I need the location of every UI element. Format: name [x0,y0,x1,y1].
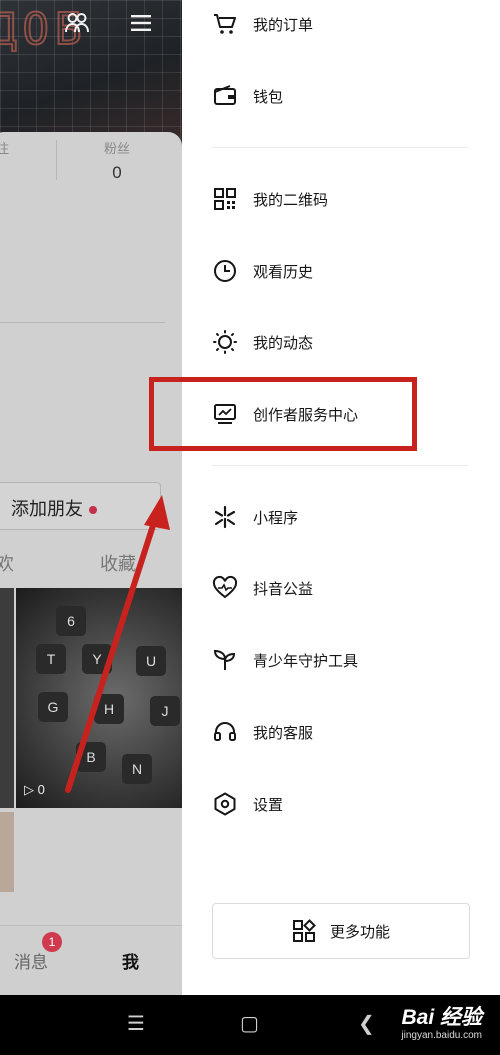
clock-icon [214,260,236,282]
menu-item-label: 我的客服 [253,724,314,742]
profile-page-background: ДОБ 注 粉丝 0 添加朋友 欢 收藏 6 T Y U G H J B N ▷… [0,0,182,995]
menu-item-settings[interactable]: 设置 [212,784,472,824]
video-thumbnail-partial-2[interactable] [0,812,14,892]
cart-icon [214,14,236,34]
watermark-brand: Bai 经验 [401,1006,482,1029]
more-features-label: 更多功能 [329,923,390,941]
stat-divider [56,140,57,180]
menu-item-label: 设置 [253,796,284,814]
menu-item-label: 我的订单 [253,16,314,34]
fans-count: 0 [112,163,122,182]
watermark-url: jingyan.baidu.com [401,1030,482,1041]
qrcode-icon [214,188,236,210]
keyboard-key: T [36,644,66,674]
keyboard-key: N [122,754,152,784]
menu-item-orders[interactable]: 我的订单 [212,4,472,44]
home-icon[interactable]: ▢ [240,1011,259,1036]
headset-icon [214,722,236,741]
menu-item-label: 抖音公益 [253,580,314,598]
sun-icon [213,330,237,354]
menu-item-customer-service[interactable]: 我的客服 [212,712,472,752]
profile-card [0,132,182,995]
friends-icon[interactable] [64,10,90,36]
stat-fans[interactable]: 粉丝 0 [104,138,130,183]
sprout-icon [213,649,236,670]
menu-divider [212,465,468,466]
keyboard-key: J [150,696,180,726]
tab-messages[interactable]: 消息 [14,948,48,973]
add-friend-label: 添加朋友 [11,499,83,519]
tab-me[interactable]: 我 [122,948,139,973]
tab-likes[interactable]: 欢 [0,550,14,576]
video-thumbnail-partial[interactable] [0,588,14,808]
profile-divider [0,322,165,323]
stat-following[interactable]: 注 [0,138,9,157]
tab-favorites[interactable]: 收藏 [100,550,136,576]
menu-item-label: 小程序 [253,509,299,527]
play-icon: ▷ [24,782,34,797]
messages-badge: 1 [42,932,62,952]
menu-item-label: 观看历史 [253,263,314,281]
menu-item-label: 青少年守护工具 [253,652,359,670]
menu-divider [212,147,468,148]
menu-icon[interactable] [128,10,154,36]
hexagon-settings-icon [214,792,236,816]
grid-more-icon [292,919,316,942]
menu-item-label: 我的动态 [253,334,314,352]
video-thumbnail[interactable]: 6 T Y U G H J B N [16,588,182,808]
menu-item-activity[interactable]: 我的动态 [212,322,472,362]
menu-item-mini-programs[interactable]: 小程序 [212,497,472,537]
more-features-button[interactable]: 更多功能 [212,903,470,959]
heart-charity-icon [212,575,238,599]
play-count-value: 0 [37,782,45,797]
keyboard-key: 6 [56,606,86,636]
keyboard-key: G [38,692,68,722]
annotation-highlight-box [149,377,417,451]
keyboard-key: U [136,646,166,676]
play-count: ▷ 0 [24,782,45,798]
wallet-icon [214,85,236,105]
stat-following-label: 注 [0,141,10,156]
menu-item-label: 我的二维码 [253,191,329,209]
menu-item-qrcode[interactable]: 我的二维码 [212,179,472,219]
menu-item-history[interactable]: 观看历史 [212,251,472,291]
red-dot-indicator [89,506,97,515]
menu-item-label: 钱包 [253,88,284,106]
menu-item-charity[interactable]: 抖音公益 [212,568,472,608]
keyboard-key: H [94,694,124,724]
back-icon[interactable]: ❮ [358,1011,375,1036]
add-friend-button[interactable]: 添加朋友 [0,482,161,530]
menu-item-wallet[interactable]: 钱包 [212,76,472,116]
keyboard-key: B [76,742,106,772]
menu-item-teen-protection[interactable]: 青少年守护工具 [212,640,472,680]
fans-label: 粉丝 [104,141,131,156]
recent-apps-icon[interactable]: ☰ [127,1011,145,1036]
asterisk-icon [214,505,236,529]
keyboard-key: Y [82,644,112,674]
profile-cover: ДОБ [0,0,182,150]
